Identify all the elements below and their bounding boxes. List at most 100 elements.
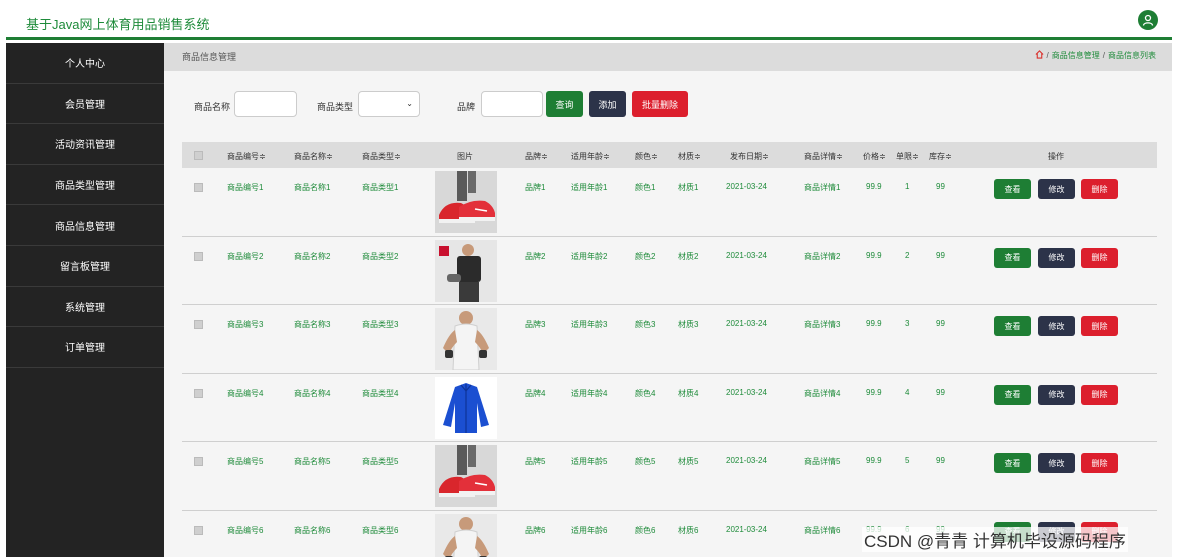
column-header[interactable]: 单限≑ (896, 151, 919, 162)
delete-button[interactable]: 删除 (1081, 384, 1118, 405)
view-button[interactable]: 查看 (994, 179, 1031, 199)
delete-button[interactable]: 删除 (1081, 179, 1118, 199)
cell-name: 商品名称4 (294, 388, 331, 398)
product-type-select[interactable]: ⌄ (358, 91, 420, 117)
view-button[interactable]: 查看 (994, 384, 1031, 405)
column-header[interactable]: 商品详情≑ (804, 151, 843, 162)
column-header[interactable]: 发布日期≑ (730, 151, 769, 162)
cell-code: 商品编号3 (227, 320, 264, 329)
product-image (435, 513, 497, 557)
cell-type: 商品类型5 (362, 457, 399, 466)
sidebar-item-product-types[interactable]: 商品类型管理 (6, 165, 164, 206)
sidebar-item-system[interactable]: 系统管理 (6, 287, 164, 328)
cell-date: 2021-03-24 (726, 456, 767, 465)
cell-type: 商品类型3 (362, 320, 399, 329)
column-header[interactable]: 颜色≑ (635, 151, 658, 162)
sidebar-item-message-board[interactable]: 留言板管理 (6, 246, 164, 287)
edit-button[interactable]: 修改 (1038, 179, 1075, 199)
cell-limit: 3 (905, 319, 910, 328)
sidebar: 个人中心 会员管理 活动资讯管理 商品类型管理 商品信息管理 留言板管理 系统管… (6, 43, 164, 557)
sidebar-item-orders[interactable]: 订单管理 (6, 327, 164, 368)
edit-button[interactable]: 修改 (1038, 453, 1075, 473)
delete-button[interactable]: 删除 (1081, 316, 1118, 336)
cell-limit: 5 (905, 456, 910, 465)
row-checkbox[interactable] (194, 457, 203, 466)
column-header[interactable]: 材质≑ (678, 151, 701, 162)
column-header[interactable]: 库存≑ (929, 151, 952, 162)
cell-type: 商品类型2 (362, 251, 399, 261)
view-button[interactable]: 查看 (994, 316, 1031, 336)
column-header: 图片 (457, 152, 473, 161)
cell-material: 材质4 (678, 388, 699, 398)
cell-age: 适用年龄5 (571, 457, 608, 466)
search-bar: 商品名称 商品类型 ⌄ 品牌 查询 添加 批量删除 (164, 90, 1172, 120)
table-row: 商品编号2 商品名称2 商品类型2 品牌2 适用年龄2 颜色2 材质2 2021-03-24 商… (182, 236, 1157, 305)
cell-code: 商品编号4 (227, 388, 264, 398)
watermark: CSDN @青青 计算机毕设源码程序 (862, 527, 1128, 552)
row-checkbox[interactable] (194, 320, 203, 329)
column-header[interactable]: 商品编号≑ (227, 151, 266, 162)
breadcrumb: / 商品信息管理 / 商品信息列表 (1035, 50, 1156, 61)
cell-brand: 品牌3 (525, 320, 546, 329)
cell-age: 适用年龄1 (571, 183, 608, 192)
cell-date: 2021-03-24 (726, 182, 767, 191)
cell-name: 商品名称5 (294, 457, 331, 466)
cell-detail: 商品详情3 (804, 320, 841, 329)
query-button[interactable]: 查询 (546, 91, 583, 117)
add-button[interactable]: 添加 (589, 91, 626, 117)
cell-price: 99.9 (866, 456, 882, 465)
sidebar-item-personal-center[interactable]: 个人中心 (6, 43, 164, 84)
edit-button[interactable]: 修改 (1038, 316, 1075, 336)
breadcrumb-product-info[interactable]: 商品信息管理 (1052, 50, 1100, 61)
cell-price: 99.9 (866, 387, 882, 397)
cell-name: 商品名称6 (294, 525, 331, 535)
user-icon[interactable] (1138, 10, 1158, 30)
cell-age: 适用年龄6 (571, 525, 608, 535)
breadcrumb-product-list[interactable]: 商品信息列表 (1108, 50, 1156, 61)
view-button[interactable]: 查看 (994, 247, 1031, 268)
cell-color: 颜色3 (635, 320, 656, 329)
delete-button[interactable]: 删除 (1081, 247, 1118, 268)
row-checkbox[interactable] (194, 251, 203, 261)
cell-brand: 品牌1 (525, 183, 546, 192)
delete-button[interactable]: 删除 (1081, 453, 1118, 473)
breadcrumb-separator: / (1046, 51, 1049, 60)
cell-material: 材质1 (678, 183, 699, 192)
cell-detail: 商品详情5 (804, 457, 841, 466)
column-header[interactable]: 品牌≑ (525, 151, 548, 162)
cell-brand: 品牌2 (525, 251, 546, 261)
product-name-input[interactable] (234, 91, 297, 117)
cell-code: 商品编号5 (227, 457, 264, 466)
cell-age: 适用年龄4 (571, 388, 608, 398)
cell-color: 颜色1 (635, 183, 656, 192)
batch-delete-button[interactable]: 批量删除 (632, 91, 688, 117)
table-body: 商品编号1 商品名称1 商品类型1 品牌1 适用年龄1 颜色1 材质1 2021-03-24 商… (182, 168, 1157, 557)
column-header[interactable]: 商品名称≑ (294, 151, 333, 162)
page-title: 商品信息管理 (182, 52, 237, 62)
chevron-down-icon: ⌄ (406, 99, 413, 108)
sidebar-item-product-info[interactable]: 商品信息管理 (6, 205, 164, 246)
product-image (435, 445, 497, 507)
column-header[interactable]: 商品类型≑ (362, 151, 401, 162)
row-checkbox[interactable] (194, 525, 203, 535)
cell-date: 2021-03-24 (726, 319, 767, 328)
view-button[interactable]: 查看 (994, 453, 1031, 473)
brand-input[interactable] (481, 91, 543, 117)
home-icon[interactable] (1035, 50, 1044, 61)
product-table: 商品编号≑ 商品名称≑ 商品类型≑ 图片 品牌≑ 适用年龄≑ 颜色≑ 材质≑ 发… (182, 142, 1157, 557)
select-all-checkbox[interactable] (194, 151, 203, 160)
top-header: 基于Java网上体育用品销售系统 (6, 2, 1172, 40)
edit-button[interactable]: 修改 (1038, 384, 1075, 405)
edit-button[interactable]: 修改 (1038, 247, 1075, 268)
product-image (435, 171, 497, 233)
cell-name: 商品名称1 (294, 183, 331, 192)
cell-code: 商品编号6 (227, 525, 264, 535)
row-checkbox[interactable] (194, 388, 203, 398)
sidebar-item-members[interactable]: 会员管理 (6, 84, 164, 125)
cell-material: 材质6 (678, 525, 699, 535)
cell-detail: 商品详情2 (804, 251, 841, 261)
sidebar-item-activity-news[interactable]: 活动资讯管理 (6, 124, 164, 165)
column-header[interactable]: 价格≑ (863, 151, 886, 162)
row-checkbox[interactable] (194, 183, 203, 192)
column-header[interactable]: 适用年龄≑ (571, 151, 610, 162)
